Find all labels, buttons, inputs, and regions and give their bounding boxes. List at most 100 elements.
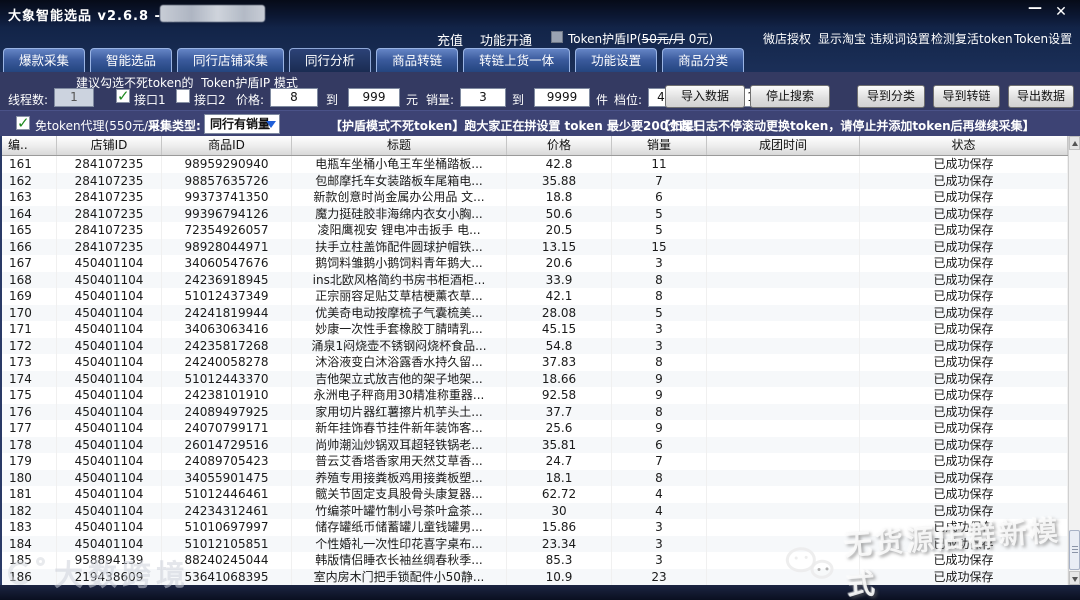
table-row[interactable]: 176 450401104 24089497925 家用切片器红薯擦片机芋头土... 3…	[2, 403, 1068, 420]
sales-min-input[interactable]: 3	[460, 88, 506, 107]
table-cell: 已成功保存	[860, 403, 1068, 420]
table-cell: 魔力挺硅胶非海绵内衣女小胸...	[292, 205, 507, 222]
free-token-checkbox[interactable]	[16, 114, 30, 132]
table-row[interactable]: 184 450401104 51012105851 个性婚礼一次性印花喜字桌布... 2…	[2, 535, 1068, 552]
table-row[interactable]: 186 219438609 53641068395 室内房木门把手锁配件小50静...…	[2, 568, 1068, 585]
column-header[interactable]: 价格	[507, 136, 612, 155]
column-header[interactable]: 店铺ID	[57, 136, 162, 155]
column-header[interactable]: 商品ID	[162, 136, 292, 155]
table-cell: 4	[612, 502, 707, 519]
table-cell: 已成功保存	[860, 238, 1068, 255]
tab-2[interactable]: 同行店铺采集	[177, 48, 285, 72]
table-row[interactable]: 163 284107235 99373741350 新款创意时尚金属办公用品 文...…	[2, 189, 1068, 206]
menu-item[interactable]: 检测复活token	[931, 30, 1013, 47]
table-row[interactable]: 185 958894139 88240245044 韩版情侣睡衣长袖丝绸春秋季... 8…	[2, 552, 1068, 569]
action-button-3[interactable]: 导到转链	[933, 85, 1000, 108]
scroll-up-icon[interactable]	[1069, 136, 1080, 150]
table-row[interactable]: 183 450401104 51010697997 储存罐纸币储蓄罐儿童钱罐男... 1…	[2, 519, 1068, 536]
table-row[interactable]: 181 450401104 51012446461 髋关节固定支具股骨头康复器... 6…	[2, 486, 1068, 503]
table-cell: 20.5	[507, 222, 612, 239]
table-cell: 174	[2, 370, 57, 387]
tab-6[interactable]: 功能设置	[575, 48, 658, 72]
table-cell: 已成功保存	[860, 255, 1068, 272]
table-cell: 450401104	[57, 420, 162, 437]
action-button-0[interactable]: 导入数据	[665, 85, 745, 108]
port1-checkbox[interactable]	[116, 87, 130, 105]
table-row[interactable]: 180 450401104 34055901475 养殖专用接粪板鸡用接粪板塑... 1…	[2, 469, 1068, 486]
menu-item[interactable]: 违规词设置	[870, 30, 930, 47]
tab-1[interactable]: 智能选品	[90, 48, 173, 72]
table-cell	[707, 354, 860, 371]
menu-item[interactable]: 显示淘宝	[818, 30, 866, 47]
collect-type-select[interactable]: 同行有销量	[204, 114, 280, 134]
table-row[interactable]: 162 284107235 98857635726 包邮摩托车女装踏板车尾箱电... 3…	[2, 172, 1068, 189]
table-row[interactable]: 182 450401104 24234312461 竹编茶叶罐竹制小号茶叶盒茶... 3…	[2, 502, 1068, 519]
table-cell: 173	[2, 354, 57, 371]
column-header[interactable]: 销量	[612, 136, 707, 155]
table-row[interactable]: 177 450401104 24070799171 新年挂饰春节挂件新年装饰客... 2…	[2, 420, 1068, 437]
column-header[interactable]: 标题	[292, 136, 507, 155]
table-cell: 178	[2, 436, 57, 453]
table-cell: 鹅饲料雏鹅小鹅饲料青年鹅大...	[292, 255, 507, 272]
table-row[interactable]: 170 450401104 24241819944 优美奇电动按摩梳子气囊梳美... 2…	[2, 304, 1068, 321]
table-cell: 166	[2, 238, 57, 255]
column-header[interactable]: 编..	[2, 136, 57, 155]
table-row[interactable]: 165 284107235 72354926057 凌阳鹰视安 锂电冲击扳手 电...…	[2, 222, 1068, 239]
table-cell: 24089497925	[162, 403, 292, 420]
table-cell: 162	[2, 172, 57, 189]
close-button[interactable]: ✕	[1050, 2, 1072, 22]
column-header[interactable]: 状态	[860, 136, 1068, 155]
tab-5[interactable]: 转链上货一体	[463, 48, 571, 72]
table-cell: 450401104	[57, 321, 162, 338]
column-header[interactable]: 成团时间	[707, 136, 860, 155]
menu-item[interactable]: 微店授权	[763, 30, 811, 47]
table-row[interactable]: 172 450401104 24235817268 涌泉1闷烧壶不锈钢闷烧杯食品...…	[2, 337, 1068, 354]
sales-max-input[interactable]: 9999	[534, 88, 590, 107]
chevron-down-icon	[266, 121, 276, 128]
table-body: 161 284107235 98959290940 电瓶车坐桶小龟王车坐桶踏板... 4…	[2, 156, 1068, 585]
table-row[interactable]: 178 450401104 26014729516 尚帅潮汕炒锅双耳超轻铁锅老... 3…	[2, 436, 1068, 453]
tab-3[interactable]: 同行分析	[289, 48, 372, 72]
table-cell: 92.58	[507, 387, 612, 404]
table-row[interactable]: 179 450401104 24089705423 普云艾香塔香家用天然艾草香... 2…	[2, 453, 1068, 470]
menu-item[interactable]: Token设置	[1014, 30, 1072, 47]
vertical-scrollbar[interactable]	[1068, 136, 1080, 585]
table-cell: 已成功保存	[860, 552, 1068, 569]
tab-4[interactable]: 商品转链	[376, 48, 459, 72]
thread-input[interactable]: 1	[54, 88, 94, 107]
tab-7[interactable]: 商品分类	[662, 48, 745, 72]
token-shield-label: Token护盾IP(50元/月 0元)	[568, 32, 714, 46]
table-cell: 已成功保存	[860, 568, 1068, 585]
action-button-2[interactable]: 导到分类	[857, 85, 925, 108]
port2-checkbox[interactable]	[176, 89, 190, 103]
table-row[interactable]: 174 450401104 51012443370 吉他架立式放吉他的架子地架... 1…	[2, 370, 1068, 387]
minimize-button[interactable]: —	[1024, 0, 1046, 18]
token-shield-checkbox[interactable]	[551, 31, 563, 43]
price-min-input[interactable]: 8	[270, 88, 318, 107]
action-button-1[interactable]: 停止搜索	[750, 85, 830, 108]
table-cell: 3	[612, 321, 707, 338]
table-cell: 35.88	[507, 172, 612, 189]
scrollbar-thumb[interactable]	[1069, 530, 1080, 570]
action-button-4[interactable]: 导出数据	[1008, 85, 1074, 108]
table-row[interactable]: 167 450401104 34060547676 鹅饲料雏鹅小鹅饲料青年鹅大... 2…	[2, 255, 1068, 272]
table-row[interactable]: 161 284107235 98959290940 电瓶车坐桶小龟王车坐桶踏板... 4…	[2, 156, 1068, 173]
warning-text-2: 【如果日志不停滚动更换token，请停止并添加token后再继续采集】	[658, 119, 1035, 133]
table-cell: 99396794126	[162, 205, 292, 222]
table-cell: 163	[2, 189, 57, 206]
table-row[interactable]: 171 450401104 34063063416 妙康一次性手套橡胶丁腈晴乳... 4…	[2, 321, 1068, 338]
table-cell: 45.15	[507, 321, 612, 338]
table-row[interactable]: 169 450401104 51012437349 正宗丽容足贴艾草桔梗薰衣草... 4…	[2, 288, 1068, 305]
table-row[interactable]: 168 450401104 24236918945 ins北欧风格简约书房书柜酒柜..…	[2, 271, 1068, 288]
table-cell: 6	[612, 436, 707, 453]
table-row[interactable]: 173 450401104 24240058278 沐浴液变白沐浴露香水持久留... 3…	[2, 354, 1068, 371]
tab-0[interactable]: 爆款采集	[3, 48, 86, 72]
scroll-down-icon[interactable]	[1069, 571, 1080, 585]
table-cell: 吉他架立式放吉他的架子地架...	[292, 370, 507, 387]
table-cell: 168	[2, 271, 57, 288]
table-row[interactable]: 164 284107235 99396794126 魔力挺硅胶非海绵内衣女小胸... 5…	[2, 205, 1068, 222]
table-cell: 450401104	[57, 535, 162, 552]
table-row[interactable]: 166 284107235 98928044971 扶手立柱盖饰配件圆球护帽铁... 1…	[2, 238, 1068, 255]
price-max-input[interactable]: 999	[348, 88, 400, 107]
table-row[interactable]: 175 450401104 24238101910 永洲电子秤商用30精准称重器...…	[2, 387, 1068, 404]
